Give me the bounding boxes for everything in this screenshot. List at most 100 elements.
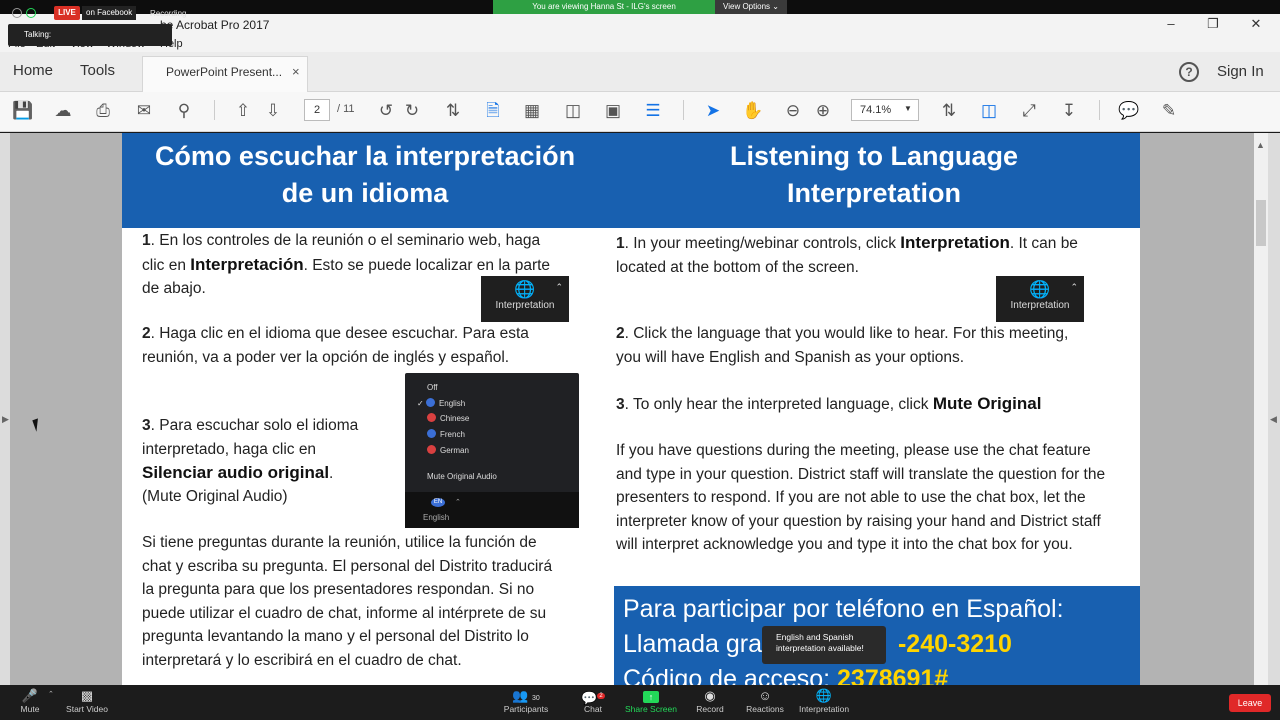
spanish-heading: Cómo escuchar la interpretación de un id… (122, 138, 608, 212)
rotate-cw-icon[interactable]: ↻ (400, 100, 424, 122)
chat-label: Chat (584, 704, 602, 714)
window-title: be Acrobat Pro 2017 (160, 18, 270, 32)
lang-menu-item-label: English (438, 399, 466, 408)
start-video-button[interactable]: ▩ Start Video (57, 688, 117, 714)
en-step2-text: . Click the language that you would like… (616, 325, 1069, 366)
full-screen-icon[interactable]: ⤢ (1017, 100, 1041, 122)
reactions-button[interactable]: ☺ Reactions (735, 688, 795, 714)
live-badge[interactable]: LIVE (54, 6, 80, 20)
en-questions-paragraph: If you have questions during the meeting… (616, 442, 1106, 553)
language-menu-bottom: EN ⌃ English (405, 492, 579, 528)
scroll-mode-icon[interactable]: ↧ (1057, 100, 1081, 122)
toolbar-separator (1099, 100, 1100, 120)
flag-icon (427, 445, 436, 454)
interpretation-toast: English and Spanish interpretation avail… (762, 626, 886, 664)
restore-icon[interactable]: ❐ (1203, 16, 1223, 32)
select-cursor-icon[interactable]: ➤ (701, 100, 725, 122)
reading-mode-icon[interactable]: ☰ (641, 100, 665, 122)
chat-button[interactable]: 💬 2 Chat (563, 688, 623, 714)
es-step3-period: . (329, 465, 334, 482)
comment-icon[interactable]: 💬 (1117, 100, 1141, 122)
access-code-line: Código de acceso: 2378691# (623, 662, 1137, 685)
en-step3-number: 3 (616, 396, 625, 413)
chat-badge: 2 (597, 693, 605, 699)
phone-heading: Para participar por teléfono en Español: (623, 595, 1064, 623)
hand-tool-icon[interactable]: ✋ (741, 100, 765, 122)
chevron-up-icon[interactable]: ⌃ (48, 690, 54, 698)
chevron-down-icon[interactable]: ▼ (904, 104, 912, 113)
zoom-out-icon[interactable]: ⊖ (781, 100, 805, 122)
right-panel-toggle-icon[interactable]: ◀ (1270, 414, 1277, 425)
scroll-up-icon[interactable]: ▲ (1256, 140, 1265, 150)
help-icon[interactable]: ? (1179, 62, 1199, 82)
fit-visible-icon[interactable]: ◫ (977, 100, 1001, 122)
left-panel-toggle-icon[interactable]: ▶ (2, 414, 9, 425)
es-step3: 3. Para escuchar solo el idioma interpre… (142, 414, 392, 461)
view-options-button[interactable]: View Options ⌄ (715, 0, 787, 14)
page-total: / 11 (337, 103, 355, 115)
globe-icon: 🌐 (815, 688, 833, 703)
page-number-input[interactable]: 2 (304, 99, 330, 121)
tab-tools[interactable]: Tools (80, 62, 115, 79)
upload-cloud-icon[interactable]: ☁ (51, 100, 75, 122)
en-step2-number: 2 (616, 325, 625, 342)
interpretation-widget-en: 🌐 ⌃ Interpretation (996, 276, 1084, 322)
share-screen-button[interactable]: ↑ Share Screen (621, 688, 681, 714)
next-page-icon[interactable]: ⇩ (261, 100, 285, 122)
record-icon: ◉ (704, 688, 716, 703)
pen-icon[interactable]: ✎ (1157, 100, 1181, 122)
scrollbar-thumb[interactable] (1256, 200, 1266, 246)
scrolling-icon[interactable]: ▦ (520, 100, 544, 122)
live-target-label: on Facebook (82, 6, 137, 20)
tab-close-icon[interactable]: × (292, 64, 300, 79)
lang-menu-off: Off (427, 383, 438, 392)
sign-in-link[interactable]: Sign In (1217, 63, 1264, 80)
start-video-label: Start Video (66, 704, 108, 714)
flag-icon (425, 398, 435, 407)
en-step1: 1. In your meeting/webinar controls, cli… (616, 231, 1096, 279)
check-icon: ✓ (417, 399, 424, 408)
tab-home[interactable]: Home (13, 62, 53, 79)
en-badge-icon: EN (431, 498, 445, 507)
leave-button[interactable]: Leave (1229, 694, 1271, 712)
interpretation-button[interactable]: 🌐 Interpretation (794, 688, 854, 714)
es-step2-text: . Haga clic en el idioma que desee escuc… (142, 325, 529, 366)
print-icon[interactable]: ⎙ (91, 100, 115, 122)
presentation-icon[interactable]: ▣ (601, 100, 625, 122)
en-step1-number: 1 (616, 235, 625, 252)
video-off-icon: ▩ (80, 688, 94, 703)
record-button[interactable]: ◉ Record (680, 688, 740, 714)
participants-button[interactable]: 👥 30 Participants (496, 688, 556, 714)
chat-icon: 💬 2 (581, 690, 605, 706)
spanish-heading-line2: de un idioma (281, 178, 449, 208)
zoom-shield-icon[interactable] (26, 8, 36, 18)
phone-number-prefix: Llamada gra (623, 630, 762, 658)
two-page-icon[interactable]: ◫ (561, 100, 585, 122)
close-window-icon[interactable]: ✕ (1246, 16, 1266, 32)
lang-menu-bottom-label: English (423, 513, 450, 522)
en-step1-keyword: Interpretation (900, 233, 1010, 252)
fit-width-icon[interactable]: ⇅ (937, 100, 961, 122)
lang-menu-item-label: German (440, 446, 469, 455)
en-step3-text: . To only hear the interpreted language,… (624, 396, 933, 413)
single-page-icon[interactable]: 🗎 (481, 100, 505, 122)
rotate-ccw-icon[interactable]: ↺ (374, 100, 398, 122)
participants-label: Participants (503, 704, 549, 714)
email-icon[interactable]: ✉ (132, 100, 156, 122)
fit-page-icon[interactable]: ⇅ (441, 100, 465, 122)
previous-page-icon[interactable]: ⇧ (231, 100, 255, 122)
screen-share-banner: You are viewing Hanna St - ILG's screen (493, 0, 715, 14)
spanish-heading-line1: Cómo escuchar la interpretación (154, 141, 576, 171)
lang-menu-item: ✓ English (417, 398, 465, 408)
lang-menu-item: German (427, 445, 469, 455)
english-heading: Listening to Language Interpretation (616, 138, 1132, 212)
zoom-info-icon[interactable] (12, 8, 22, 18)
zoom-in-icon[interactable]: ⊕ (811, 100, 835, 122)
save-icon[interactable]: 💾 (11, 100, 35, 122)
participants-icon: 👥 30 (512, 688, 540, 703)
share-screen-label: Share Screen (625, 704, 677, 714)
minimize-icon[interactable]: – (1161, 16, 1181, 32)
search-icon[interactable]: ⚲ (172, 100, 196, 122)
interpretation-label: Interpretation (798, 704, 850, 714)
reactions-label: Reactions (746, 704, 784, 714)
